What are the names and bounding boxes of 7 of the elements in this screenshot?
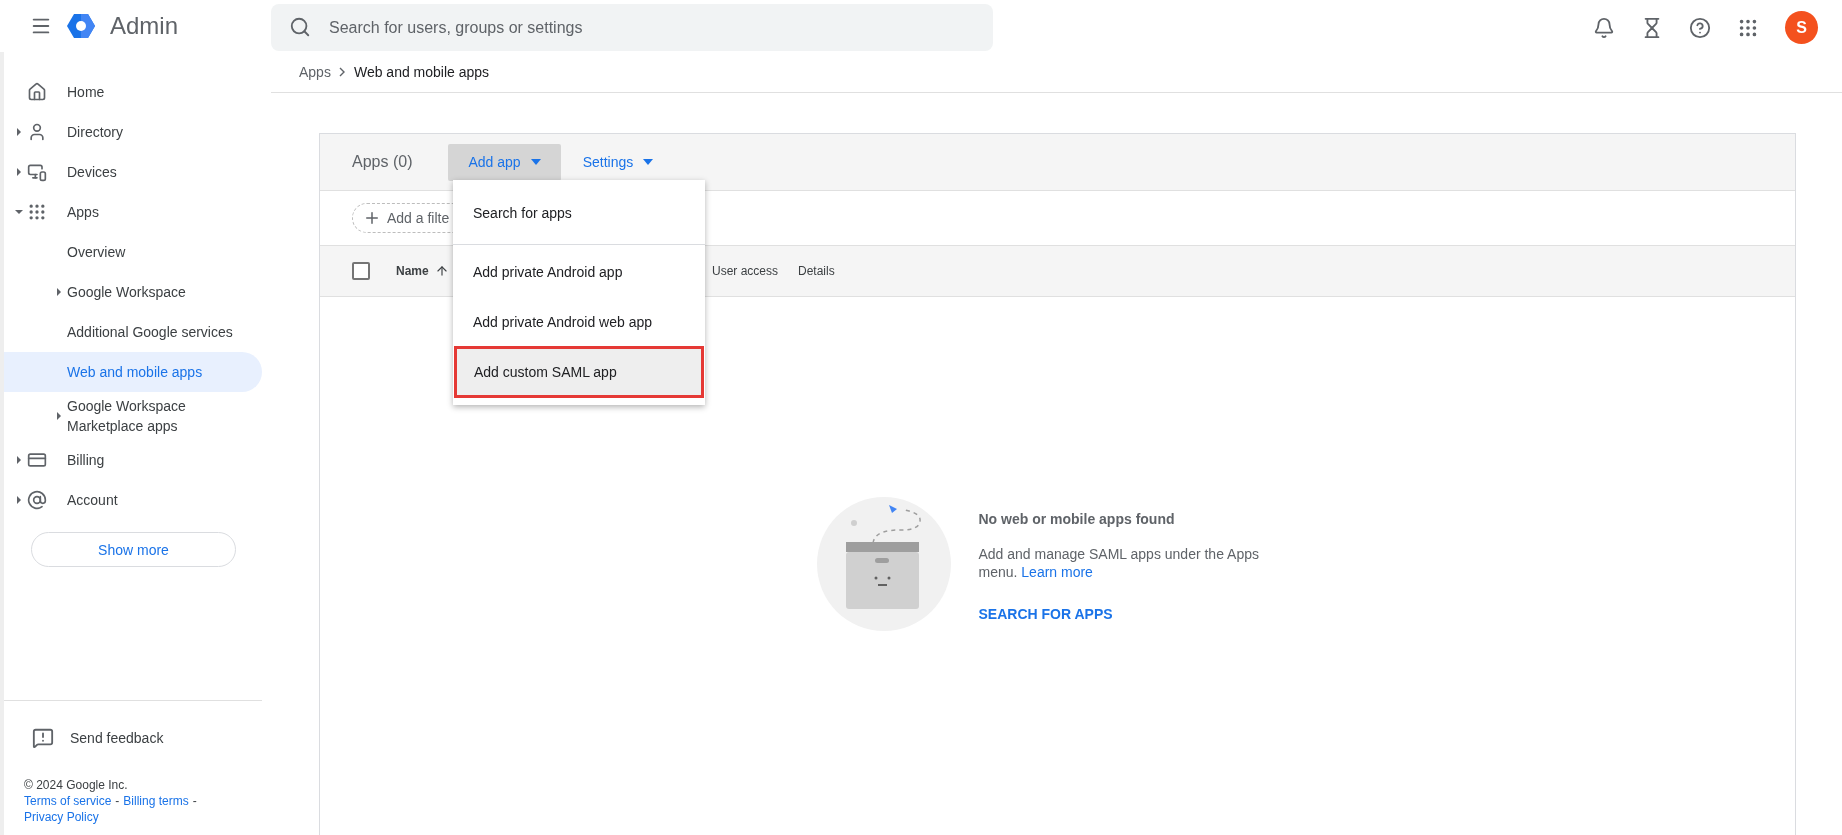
separator-text: -	[115, 793, 120, 809]
empty-title: No web or mobile apps found	[978, 511, 1176, 527]
copyright-text: © 2024 Google Inc.	[24, 778, 128, 792]
app-title: Admin	[110, 12, 179, 40]
empty-description: Add and manage SAML apps under the Apps menu. Learn more	[978, 545, 1260, 581]
separator-text: -	[192, 793, 197, 809]
panel-title: Apps (0)	[352, 153, 413, 171]
